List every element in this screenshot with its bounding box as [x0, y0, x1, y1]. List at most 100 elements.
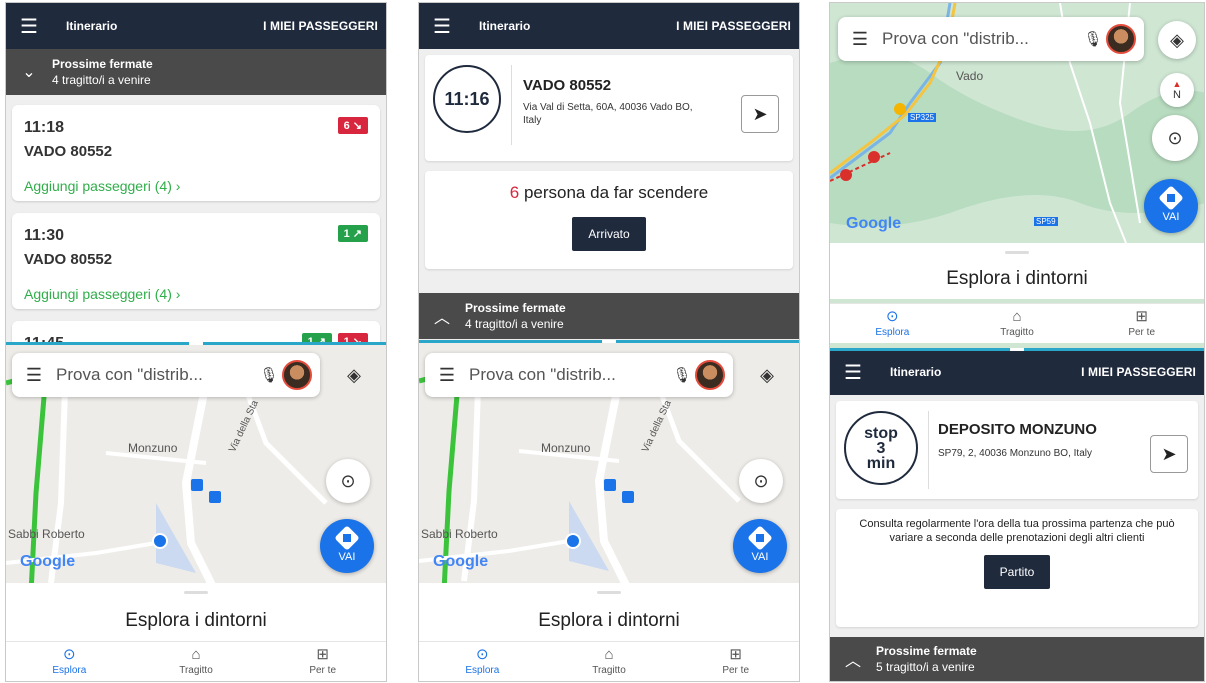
compass-needle-icon: ▲ [1172, 79, 1182, 89]
trip-card[interactable]: 11:30 VADO 80552 Aggiungi passeggeri (4)… [12, 213, 380, 309]
search-input[interactable]: Prova con "distrib... [469, 365, 669, 385]
split-handle[interactable] [1010, 348, 1024, 351]
menu-icon[interactable]: ☰ [12, 365, 56, 386]
nav-explore[interactable]: ⊙ Esplora [6, 642, 133, 681]
my-location-icon[interactable]: ⊙ [1152, 115, 1198, 161]
trip-card[interactable]: 11:18 VADO 80552 Aggiungi passeggeri (4)… [12, 105, 380, 201]
google-logo: Google [846, 215, 902, 232]
navigate-button[interactable]: VAI [1144, 179, 1198, 233]
navigate-label: VAI [1162, 211, 1180, 223]
road-closed-icon[interactable] [868, 151, 880, 163]
menu-icon[interactable]: ☰ [830, 349, 876, 395]
menu-icon[interactable]: ☰ [425, 365, 469, 386]
stop-address: SP79, 2, 40036 Monzuno BO, Italy [938, 448, 1092, 459]
chevron-up-icon[interactable]: ︿ [419, 304, 465, 328]
search-bar[interactable]: ☰ Prova con "distrib... 🎙 [838, 17, 1144, 61]
nav-for-you-label: Per te [1128, 327, 1156, 338]
add-passengers-link[interactable]: Aggiungi passeggeri (4) › [24, 178, 368, 194]
next-stops-bar[interactable]: ︿ Prossime fermate 4 tragitto/i a venire [419, 293, 799, 339]
mic-icon[interactable]: 🎙 [669, 366, 695, 384]
navigation-arrow-icon[interactable]: ➤ [1150, 435, 1188, 473]
for-you-icon: ⊞ [1135, 308, 1148, 325]
avatar[interactable] [1106, 24, 1136, 54]
next-stops-bar[interactable]: ⌄ Prossime fermate 4 tragitto/i a venire [6, 49, 386, 95]
dropoff-message: 6 persona da far scendere [425, 183, 793, 203]
map-label-vado: Vado [956, 69, 984, 83]
google-logo: Google [433, 553, 489, 570]
app-bar: ☰ Itinerario I MIEI PASSEGGERI [830, 349, 1204, 395]
departed-button[interactable]: Partito [983, 555, 1051, 589]
navigation-arrow-icon[interactable]: ➤ [741, 95, 779, 133]
my-location-icon[interactable]: ⊙ [326, 459, 370, 503]
add-passengers-link[interactable]: Aggiungi passeggeri (4) › [24, 286, 368, 302]
search-bar[interactable]: ☰ Prova con "distrib... 🎙 [12, 353, 320, 397]
stop-wait-circle: stop 3 min [844, 411, 918, 485]
nav-explore-label: Esplora [52, 665, 87, 676]
explore-sheet[interactable]: Esplora i dintorni [419, 583, 799, 641]
chevron-up-icon[interactable]: ︿ [830, 647, 876, 671]
bus-stop-icon[interactable] [604, 479, 616, 491]
divider [928, 411, 929, 489]
layers-icon[interactable]: ◈ [745, 353, 789, 397]
avatar[interactable] [282, 360, 312, 390]
nav-for-you[interactable]: ⊞ Per te [259, 642, 386, 681]
nav-commute-label: Tragitto [592, 665, 626, 676]
search-bar[interactable]: ☰ Prova con "distrib... 🎙 [425, 353, 733, 397]
menu-icon[interactable]: ☰ [419, 3, 465, 49]
layers-icon[interactable]: ◈ [332, 353, 376, 397]
avatar[interactable] [695, 360, 725, 390]
trip-time: 11:18 [24, 119, 65, 136]
nav-for-you[interactable]: ⊞ Per te [1079, 304, 1204, 343]
layers-icon[interactable]: ◈ [1158, 21, 1196, 59]
stop-wait-value: 3 [876, 439, 886, 457]
split-handle[interactable] [602, 340, 616, 343]
menu-icon[interactable]: ☰ [6, 3, 52, 49]
nav-explore[interactable]: ⊙ Esplora [830, 304, 955, 343]
mic-icon[interactable]: 🎙 [1080, 30, 1106, 48]
bus-stop-icon[interactable] [191, 479, 203, 491]
navigate-button[interactable]: VAI [320, 519, 374, 573]
mic-icon[interactable]: 🎙 [256, 366, 282, 384]
stop-name: VADO 80552 [523, 77, 612, 94]
nav-commute[interactable]: ⌂ Tragitto [133, 642, 260, 681]
my-location-icon[interactable]: ⊙ [739, 459, 783, 503]
nav-commute[interactable]: ⌂ Tragitto [546, 642, 673, 681]
navigate-button[interactable]: VAI [733, 519, 787, 573]
nav-commute[interactable]: ⌂ Tragitto [955, 304, 1080, 343]
stop-pane: ☰ Itinerario I MIEI PASSEGGERI stop 3 mi… [830, 349, 1204, 681]
my-passengers-button[interactable]: I MIEI PASSEGGERI [1081, 365, 1204, 379]
bus-stop-icon[interactable] [209, 491, 221, 503]
explore-sheet[interactable]: Esplora i dintorni [830, 243, 1204, 299]
chevron-down-icon[interactable]: ⌄ [6, 62, 52, 82]
next-stops-subtitle: 4 tragitto/i a venire [465, 317, 564, 331]
warning-icon[interactable] [894, 103, 906, 115]
my-passengers-button[interactable]: I MIEI PASSEGGERI [676, 19, 799, 33]
arrived-button[interactable]: Arrivato [572, 217, 646, 251]
next-stops-bar[interactable]: ︿ Prossime fermate 5 tragitto/i a venire [830, 637, 1204, 681]
nav-explore[interactable]: ⊙ Esplora [419, 642, 546, 681]
stop-pane: ☰ Itinerario I MIEI PASSEGGERI 11:16 VAD… [419, 3, 799, 341]
commute-icon: ⌂ [604, 646, 614, 663]
phone-screen-stop-detail: ☰ Itinerario I MIEI PASSEGGERI 11:16 VAD… [418, 2, 800, 682]
search-input[interactable]: Prova con "distrib... [882, 29, 1080, 49]
sheet-handle[interactable] [597, 591, 621, 594]
trip-card[interactable]: 11:45 1 ↗ 1 ↘ [12, 321, 380, 343]
google-logo: Google [20, 553, 76, 570]
compass-button[interactable]: ▲ N [1160, 73, 1194, 107]
sheet-handle[interactable] [184, 591, 208, 594]
next-stops-subtitle: 5 tragitto/i a venire [876, 660, 975, 674]
explore-sheet[interactable]: Esplora i dintorni [6, 583, 386, 641]
search-input[interactable]: Prova con "distrib... [56, 365, 256, 385]
my-passengers-button[interactable]: I MIEI PASSEGGERI [263, 19, 386, 33]
menu-icon[interactable]: ☰ [838, 29, 882, 50]
compass-north-label: N [1173, 89, 1181, 101]
arrow-up-right-icon: ↗ [352, 228, 362, 240]
next-stops-title: Prossime fermate [876, 644, 977, 658]
nav-for-you[interactable]: ⊞ Per te [672, 642, 799, 681]
divider [511, 65, 512, 145]
bus-stop-icon[interactable] [622, 491, 634, 503]
sheet-handle[interactable] [1005, 251, 1029, 254]
maps-pane: Monzuno Via della Sta Sabbi Roberto Goog… [6, 343, 386, 681]
road-closed-icon[interactable] [840, 169, 852, 181]
split-handle[interactable] [189, 342, 203, 345]
